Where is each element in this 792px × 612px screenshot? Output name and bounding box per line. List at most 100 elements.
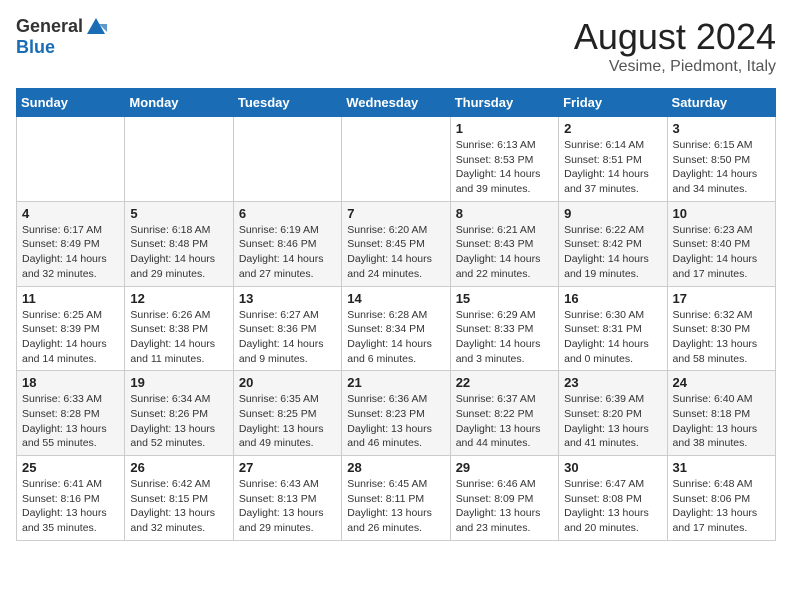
day-info: Sunrise: 6:39 AM Sunset: 8:20 PM Dayligh… (564, 392, 661, 451)
header-sunday: Sunday (17, 89, 125, 117)
day-info: Sunrise: 6:47 AM Sunset: 8:08 PM Dayligh… (564, 477, 661, 536)
day-number: 16 (564, 291, 661, 306)
header-friday: Friday (559, 89, 667, 117)
day-info: Sunrise: 6:13 AM Sunset: 8:53 PM Dayligh… (456, 138, 553, 197)
calendar-cell: 31 Sunrise: 6:48 AM Sunset: 8:06 PM Dayli… (667, 456, 775, 541)
day-info: Sunrise: 6:36 AM Sunset: 8:23 PM Dayligh… (347, 392, 444, 451)
day-number: 25 (22, 460, 119, 475)
day-number: 29 (456, 460, 553, 475)
calendar-cell (125, 117, 233, 202)
calendar-cell: 2 Sunrise: 6:14 AM Sunset: 8:51 PM Daylig… (559, 117, 667, 202)
day-info: Sunrise: 6:17 AM Sunset: 8:49 PM Dayligh… (22, 223, 119, 282)
calendar-week-row: 4Sunrise: 6:17 AM Sunset: 8:49 PM Daylig… (17, 201, 776, 286)
day-info: Sunrise: 6:43 AM Sunset: 8:13 PM Dayligh… (239, 477, 336, 536)
day-info: Sunrise: 6:25 AM Sunset: 8:39 PM Dayligh… (22, 308, 119, 367)
calendar-cell: 13 Sunrise: 6:27 AM Sunset: 8:36 PM Dayli… (233, 286, 341, 371)
calendar-cell: 20 Sunrise: 6:35 AM Sunset: 8:25 PM Dayli… (233, 371, 341, 456)
calendar-cell: 21 Sunrise: 6:36 AM Sunset: 8:23 PM Dayli… (342, 371, 450, 456)
logo-general: General (16, 17, 83, 37)
location-subtitle: Vesime, Piedmont, Italy (574, 58, 776, 76)
day-number: 21 (347, 375, 444, 390)
day-number: 5 (130, 206, 227, 221)
day-info: Sunrise: 6:23 AM Sunset: 8:40 PM Dayligh… (673, 223, 770, 282)
calendar-cell: 27 Sunrise: 6:43 AM Sunset: 8:13 PM Dayli… (233, 456, 341, 541)
calendar-cell: 23Sunrise: 6:39 AM Sunset: 8:20 PM Dayli… (559, 371, 667, 456)
calendar-cell: 11 Sunrise: 6:25 AM Sunset: 8:39 PM Dayli… (17, 286, 125, 371)
calendar-cell: 4Sunrise: 6:17 AM Sunset: 8:49 PM Daylig… (17, 201, 125, 286)
header-tuesday: Tuesday (233, 89, 341, 117)
calendar-cell: 15Sunrise: 6:29 AM Sunset: 8:33 PM Dayli… (450, 286, 558, 371)
day-number: 1 (456, 121, 553, 136)
day-number: 8 (456, 206, 553, 221)
day-info: Sunrise: 6:30 AM Sunset: 8:31 PM Dayligh… (564, 308, 661, 367)
calendar-cell: 12Sunrise: 6:26 AM Sunset: 8:38 PM Dayli… (125, 286, 233, 371)
header-saturday: Saturday (667, 89, 775, 117)
day-info: Sunrise: 6:27 AM Sunset: 8:36 PM Dayligh… (239, 308, 336, 367)
month-title: August 2024 (574, 16, 776, 58)
day-number: 13 (239, 291, 336, 306)
calendar-cell: 8 Sunrise: 6:21 AM Sunset: 8:43 PM Daylig… (450, 201, 558, 286)
day-info: Sunrise: 6:14 AM Sunset: 8:51 PM Dayligh… (564, 138, 661, 197)
day-number: 6 (239, 206, 336, 221)
calendar-week-row: 11 Sunrise: 6:25 AM Sunset: 8:39 PM Dayli… (17, 286, 776, 371)
day-number: 2 (564, 121, 661, 136)
day-info: Sunrise: 6:19 AM Sunset: 8:46 PM Dayligh… (239, 223, 336, 282)
calendar-cell (233, 117, 341, 202)
calendar-cell: 24Sunrise: 6:40 AM Sunset: 8:18 PM Dayli… (667, 371, 775, 456)
day-info: Sunrise: 6:35 AM Sunset: 8:25 PM Dayligh… (239, 392, 336, 451)
calendar-cell: 30 Sunrise: 6:47 AM Sunset: 8:08 PM Dayli… (559, 456, 667, 541)
calendar-cell: 10Sunrise: 6:23 AM Sunset: 8:40 PM Dayli… (667, 201, 775, 286)
day-number: 24 (673, 375, 770, 390)
day-info: Sunrise: 6:42 AM Sunset: 8:15 PM Dayligh… (130, 477, 227, 536)
logo-icon (85, 16, 107, 38)
calendar-week-row: 1 Sunrise: 6:13 AM Sunset: 8:53 PM Daylig… (17, 117, 776, 202)
day-number: 20 (239, 375, 336, 390)
day-number: 3 (673, 121, 770, 136)
day-info: Sunrise: 6:22 AM Sunset: 8:42 PM Dayligh… (564, 223, 661, 282)
day-number: 9 (564, 206, 661, 221)
day-info: Sunrise: 6:20 AM Sunset: 8:45 PM Dayligh… (347, 223, 444, 282)
day-number: 18 (22, 375, 119, 390)
day-info: Sunrise: 6:46 AM Sunset: 8:09 PM Dayligh… (456, 477, 553, 536)
calendar-cell: 16 Sunrise: 6:30 AM Sunset: 8:31 PM Dayli… (559, 286, 667, 371)
header-monday: Monday (125, 89, 233, 117)
day-info: Sunrise: 6:28 AM Sunset: 8:34 PM Dayligh… (347, 308, 444, 367)
calendar-cell: 1 Sunrise: 6:13 AM Sunset: 8:53 PM Daylig… (450, 117, 558, 202)
day-info: Sunrise: 6:33 AM Sunset: 8:28 PM Dayligh… (22, 392, 119, 451)
day-info: Sunrise: 6:48 AM Sunset: 8:06 PM Dayligh… (673, 477, 770, 536)
day-info: Sunrise: 6:41 AM Sunset: 8:16 PM Dayligh… (22, 477, 119, 536)
day-number: 7 (347, 206, 444, 221)
day-info: Sunrise: 6:45 AM Sunset: 8:11 PM Dayligh… (347, 477, 444, 536)
calendar-cell: 3 Sunrise: 6:15 AM Sunset: 8:50 PM Daylig… (667, 117, 775, 202)
calendar-table: Sunday Monday Tuesday Wednesday Thursday… (16, 88, 776, 541)
day-number: 27 (239, 460, 336, 475)
header-thursday: Thursday (450, 89, 558, 117)
day-number: 31 (673, 460, 770, 475)
day-info: Sunrise: 6:32 AM Sunset: 8:30 PM Dayligh… (673, 308, 770, 367)
calendar-cell: 19 Sunrise: 6:34 AM Sunset: 8:26 PM Dayli… (125, 371, 233, 456)
calendar-week-row: 25 Sunrise: 6:41 AM Sunset: 8:16 PM Dayli… (17, 456, 776, 541)
calendar-week-row: 18 Sunrise: 6:33 AM Sunset: 8:28 PM Dayli… (17, 371, 776, 456)
day-info: Sunrise: 6:21 AM Sunset: 8:43 PM Dayligh… (456, 223, 553, 282)
day-number: 30 (564, 460, 661, 475)
day-info: Sunrise: 6:15 AM Sunset: 8:50 PM Dayligh… (673, 138, 770, 197)
day-number: 28 (347, 460, 444, 475)
day-info: Sunrise: 6:18 AM Sunset: 8:48 PM Dayligh… (130, 223, 227, 282)
calendar-cell (342, 117, 450, 202)
day-info: Sunrise: 6:34 AM Sunset: 8:26 PM Dayligh… (130, 392, 227, 451)
calendar-cell: 25 Sunrise: 6:41 AM Sunset: 8:16 PM Dayli… (17, 456, 125, 541)
day-number: 14 (347, 291, 444, 306)
calendar-cell: 5 Sunrise: 6:18 AM Sunset: 8:48 PM Daylig… (125, 201, 233, 286)
calendar-cell: 18 Sunrise: 6:33 AM Sunset: 8:28 PM Dayli… (17, 371, 125, 456)
day-info: Sunrise: 6:29 AM Sunset: 8:33 PM Dayligh… (456, 308, 553, 367)
day-number: 19 (130, 375, 227, 390)
day-number: 26 (130, 460, 227, 475)
logo: General Blue (16, 16, 107, 58)
calendar-cell: 14 Sunrise: 6:28 AM Sunset: 8:34 PM Dayli… (342, 286, 450, 371)
calendar-cell: 17 Sunrise: 6:32 AM Sunset: 8:30 PM Dayli… (667, 286, 775, 371)
header-wednesday: Wednesday (342, 89, 450, 117)
calendar-cell: 22Sunrise: 6:37 AM Sunset: 8:22 PM Dayli… (450, 371, 558, 456)
calendar-cell: 29 Sunrise: 6:46 AM Sunset: 8:09 PM Dayli… (450, 456, 558, 541)
day-number: 17 (673, 291, 770, 306)
day-number: 11 (22, 291, 119, 306)
